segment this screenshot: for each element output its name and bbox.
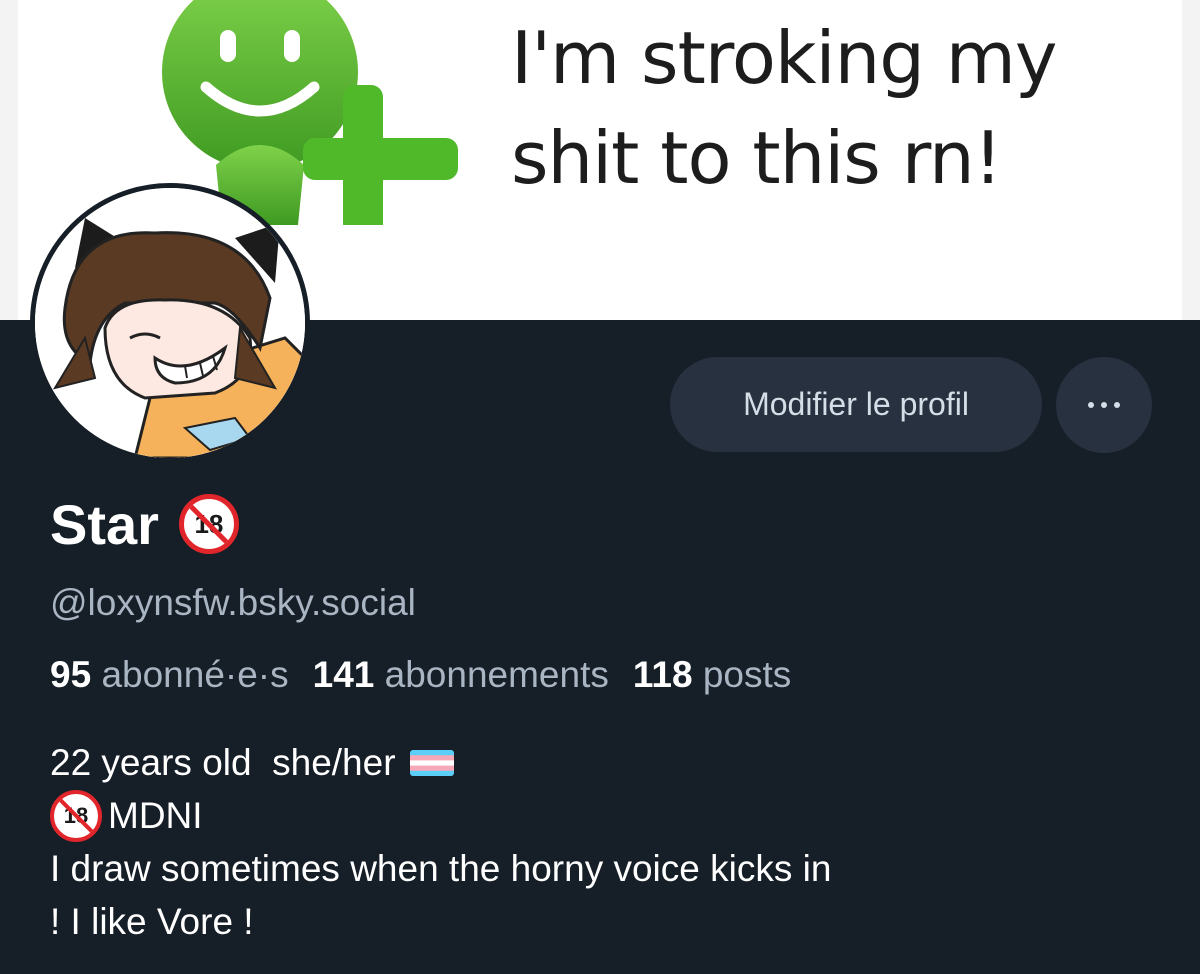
bio-text: 22 years old she/her xyxy=(50,742,396,783)
following-label: abonnements xyxy=(384,654,609,695)
profile-actions: Modifier le profil xyxy=(670,357,1152,453)
trans-flag-icon xyxy=(409,749,454,776)
banner-caption-line: shit to this rn! xyxy=(511,116,1003,200)
badge-text: 18 xyxy=(63,803,89,828)
following-count: 141 xyxy=(312,654,375,695)
followers-stat[interactable]: 95 abonné·e·s xyxy=(50,654,289,696)
followers-label: abonné·e·s xyxy=(101,654,289,695)
avatar[interactable] xyxy=(30,183,310,463)
badge-text: 18 xyxy=(194,508,224,539)
name-row: Star 18 xyxy=(50,488,1160,560)
banner-caption: I'm stroking my shit to this rn! xyxy=(511,8,1191,208)
bio: 22 years old she/her 18 MDNI I draw some… xyxy=(50,736,1160,948)
posts-count: 118 xyxy=(632,654,693,695)
no-under-18-icon: 18 xyxy=(50,789,102,842)
followers-count: 95 xyxy=(50,654,92,695)
bio-text: MDNI xyxy=(108,795,203,836)
banner-caption-line: I'm stroking my xyxy=(511,16,1058,100)
ellipsis-icon xyxy=(1088,402,1120,408)
handle: @loxynsfw.bsky.social xyxy=(50,582,416,623)
bio-text: ! I like Vore ! xyxy=(50,901,254,942)
bio-line: I draw sometimes when the horny voice ki… xyxy=(50,842,1160,895)
avatar-illustration xyxy=(35,188,305,458)
no-under-18-icon: 18 xyxy=(178,494,239,554)
posts-label: posts xyxy=(702,654,792,695)
profile-stats: 95 abonné·e·s 141 abonnements 118 posts xyxy=(50,654,1160,696)
edit-profile-button[interactable]: Modifier le profil xyxy=(670,357,1042,452)
bio-line: ! I like Vore ! xyxy=(50,895,1160,948)
posts-stat: 118 posts xyxy=(633,654,791,696)
more-options-button[interactable] xyxy=(1056,357,1152,453)
following-stat[interactable]: 141 abonnements xyxy=(313,654,609,696)
profile-info: Star 18 @loxynsfw.bsky.social 95 abonné·… xyxy=(50,488,1160,948)
display-name: Star xyxy=(50,492,159,556)
bio-text: I draw sometimes when the horny voice ki… xyxy=(50,848,832,889)
bio-line: 18 MDNI xyxy=(50,789,1160,842)
bio-line: 22 years old she/her xyxy=(50,736,1160,789)
